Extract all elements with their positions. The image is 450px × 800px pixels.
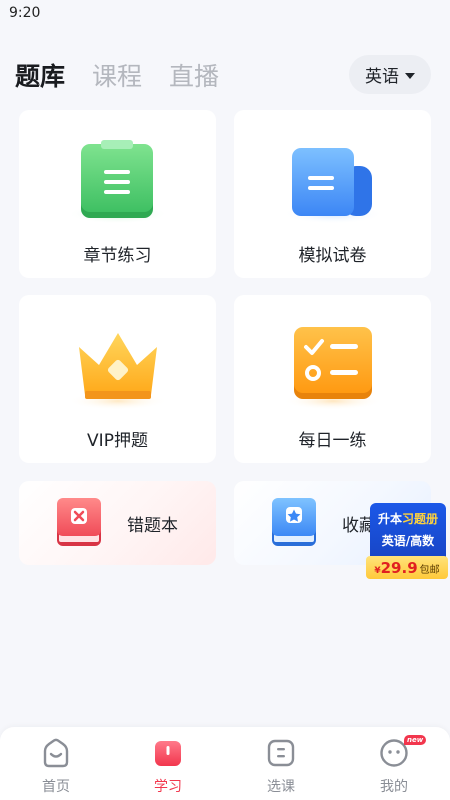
- card-mock-exam[interactable]: 模拟试卷: [234, 110, 431, 278]
- subject-selector-label: 英语: [365, 67, 399, 87]
- nav-label: 我的: [380, 779, 408, 795]
- study-book-icon: [155, 741, 181, 766]
- status-bar: 9:20: [0, 0, 450, 28]
- course-icon: [267, 739, 295, 767]
- promo-shipping: 包邮: [419, 565, 440, 576]
- bottom-nav: 首页 学习 选课 new 我的: [0, 727, 450, 800]
- document-icon: [283, 148, 383, 224]
- nav-home[interactable]: 首页: [0, 727, 112, 800]
- crown-icon: [68, 333, 168, 410]
- promo-subtitle: 英语/高数: [381, 534, 435, 548]
- new-badge: new: [404, 735, 427, 745]
- card-label: VIP押题: [87, 431, 148, 451]
- card-label: 模拟试卷: [298, 246, 367, 266]
- wrong-book-icon: [57, 498, 101, 546]
- tab-question-bank[interactable]: 题库: [15, 57, 65, 93]
- clipboard-icon: [68, 140, 168, 224]
- promo-title: 升本习题册: [370, 510, 446, 527]
- card-daily-practice[interactable]: 每日一练: [234, 295, 431, 463]
- star-book-icon: [272, 498, 316, 546]
- nav-label: 学习: [154, 779, 182, 795]
- tab-live[interactable]: 直播: [169, 57, 219, 93]
- card-label: 错题本: [127, 516, 178, 536]
- nav-profile[interactable]: new 我的: [338, 727, 450, 800]
- promo-title-a: 升本: [377, 512, 402, 526]
- calendar-checklist-icon: [283, 327, 383, 410]
- promo-top: 升本习题册 英语/高数: [370, 503, 446, 557]
- card-label: 每日一练: [298, 431, 367, 451]
- promo-price-bar: ¥ 29.9 包邮: [366, 556, 448, 579]
- card-vip-predict[interactable]: VIP押题: [19, 295, 216, 463]
- promo-price: 29.9: [380, 559, 418, 577]
- nav-study[interactable]: 学习: [112, 727, 224, 800]
- home-icon: [43, 738, 69, 768]
- nav-label: 选课: [267, 779, 295, 795]
- promo-title-b: 习题册: [402, 512, 439, 526]
- card-label: 章节练习: [83, 246, 152, 266]
- subject-selector[interactable]: 英语: [349, 55, 431, 94]
- tab-courses[interactable]: 课程: [92, 57, 142, 93]
- promo-banner[interactable]: 升本习题册 英语/高数 ¥ 29.9 包邮: [366, 503, 448, 579]
- nav-courses[interactable]: 选课: [225, 727, 337, 800]
- nav-label: 首页: [42, 779, 70, 795]
- top-tabs: 题库 课程 直播: [15, 55, 246, 95]
- card-wrong-questions[interactable]: 错题本: [19, 481, 216, 565]
- card-chapter-practice[interactable]: 章节练习: [19, 110, 216, 278]
- caret-down-icon: [405, 72, 415, 79]
- status-time: 9:20: [9, 5, 41, 21]
